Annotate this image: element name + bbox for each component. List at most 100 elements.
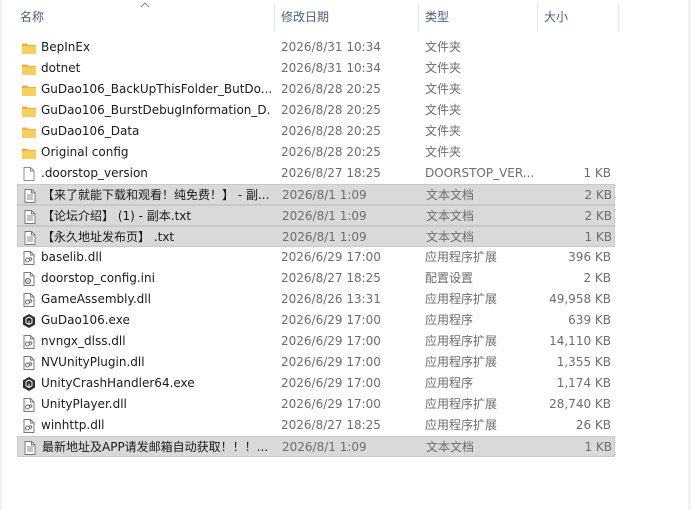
dll-file-icon (21, 355, 37, 371)
file-type: 文本文档 (426, 230, 475, 244)
column-header-type[interactable]: 类型 (419, 0, 537, 34)
file-name: UnityPlayer.dll (41, 397, 127, 411)
file-row[interactable]: BepInEx 2026/8/31 10:34 文件夹 (17, 37, 615, 58)
file-name: 最新地址及APP请发邮箱自动获取！！！... (42, 440, 269, 454)
sort-ascending-icon (140, 2, 150, 8)
file-modified-date: 2026/6/29 17:00 (281, 250, 381, 264)
file-row[interactable]: 最新地址及APP请发邮箱自动获取！！！... 2026/8/1 1:09 文本文档 1… (17, 436, 615, 457)
file-row[interactable]: GuDao106_Data 2026/8/28 20:25 文件夹 (17, 121, 615, 142)
file-row[interactable]: 【永久地址发布页】 .txt 2026/8/1 1:09 文本文档 1 KB (17, 226, 615, 247)
file-type: 应用程序扩展 (425, 355, 498, 369)
file-type: 文本文档 (426, 188, 475, 202)
file-modified-date: 2026/6/29 17:00 (281, 397, 381, 411)
file-name: Original config (41, 145, 129, 159)
file-modified-date: 2026/8/31 10:34 (281, 61, 381, 75)
file-modified-date: 2026/8/1 1:09 (282, 440, 367, 454)
file-name: dotnet (41, 61, 81, 75)
file-row[interactable]: GuDao106_BurstDebugInformation_D... 2026/… (17, 100, 615, 121)
file-size (537, 37, 611, 58)
file-type: 文件夹 (425, 40, 462, 54)
file-modified-date: 2026/8/1 1:09 (282, 209, 367, 223)
file-name: GuDao106.exe (41, 313, 130, 327)
file-row[interactable]: doorstop_config.ini 2026/8/27 18:25 配置设置 2 … (17, 268, 615, 289)
file-modified-date: 2026/8/28 20:25 (281, 124, 381, 138)
file-row[interactable]: GuDao106.exe 2026/6/29 17:00 应用程序 639 KB (17, 310, 615, 331)
file-size: 1 KB (583, 166, 611, 180)
file-name: doorstop_config.ini (41, 271, 155, 285)
file-name: 【论坛介绍】 (1) - 副本.txt (42, 209, 192, 223)
column-header-size[interactable]: 大小 (538, 0, 618, 34)
file-modified-date: 2026/8/1 1:09 (282, 230, 367, 244)
file-size: 396 KB (568, 250, 611, 264)
file-row[interactable]: GameAssembly.dll 2026/8/26 13:31 应用程序扩展 49,… (17, 289, 615, 310)
file-name: 【永久地址发布页】 .txt (42, 230, 175, 244)
file-row[interactable]: 【来了就能下载和观看！纯免费！】 - 副... 2026/8/1 1:09 文本文档… (17, 184, 615, 205)
file-modified-date: 2026/6/29 17:00 (281, 376, 381, 390)
file-modified-date: 2026/6/29 17:00 (281, 313, 381, 327)
file-row[interactable]: 【论坛介绍】 (1) - 副本.txt 2026/8/1 1:09 文本文档 2 KB (17, 205, 615, 226)
file-name: 【来了就能下载和观看！纯免费！】 - 副... (42, 188, 270, 202)
file-row[interactable]: UnityCrashHandler64.exe 2026/6/29 17:00 应用… (17, 373, 615, 394)
file-name: nvngx_dlss.dll (41, 334, 126, 348)
file-size (537, 58, 611, 79)
file-modified-date: 2026/8/27 18:25 (281, 418, 381, 432)
file-row[interactable]: UnityPlayer.dll 2026/6/29 17:00 应用程序扩展 28,7… (17, 394, 615, 415)
file-type: 应用程序扩展 (425, 334, 498, 348)
file-row[interactable]: Original config 2026/8/28 20:25 文件夹 (17, 142, 615, 163)
file-type: 文件夹 (425, 145, 462, 159)
file-explorer-window: 名称 修改日期 类型 大小 BepInEx 2026/8/31 10:34 文件夹 d… (0, 0, 691, 510)
file-type: 应用程序扩展 (425, 292, 498, 306)
file-name: NVUnityPlugin.dll (41, 355, 145, 369)
file-size: 14,110 KB (549, 334, 611, 348)
dll-file-icon (21, 292, 37, 308)
config-file-icon (21, 271, 37, 287)
file-type: 文件夹 (425, 124, 462, 138)
file-modified-date: 2026/8/31 10:34 (281, 40, 381, 54)
file-modified-date: 2026/6/29 17:00 (281, 334, 381, 348)
file-size (537, 142, 611, 163)
file-type: 文件夹 (425, 103, 462, 117)
file-row[interactable]: NVUnityPlugin.dll 2026/6/29 17:00 应用程序扩展 1,… (17, 352, 615, 373)
column-separator[interactable] (618, 4, 619, 32)
file-row[interactable]: GuDao106_BackUpThisFolder_ButDo... 2026/8… (17, 79, 615, 100)
file-row[interactable]: winhttp.dll 2026/8/27 18:25 应用程序扩展 26 KB (17, 415, 615, 436)
file-type: 应用程序扩展 (425, 250, 498, 264)
folder-icon (21, 40, 37, 56)
file-row[interactable]: nvngx_dlss.dll 2026/6/29 17:00 应用程序扩展 14,11… (17, 331, 615, 352)
file-size: 2 KB (583, 271, 611, 285)
file-name: GameAssembly.dll (41, 292, 151, 306)
file-name: BepInEx (41, 40, 91, 54)
dll-file-icon (21, 250, 37, 266)
file-size: 2 KB (584, 188, 612, 202)
file-type: 应用程序 (425, 313, 474, 327)
column-header-bar: 名称 修改日期 类型 大小 (0, 0, 686, 34)
file-type: 应用程序扩展 (425, 397, 498, 411)
file-size: 28,740 KB (549, 397, 611, 411)
file-type: 配置设置 (425, 271, 474, 285)
file-size: 1,174 KB (556, 376, 611, 390)
file-name: GuDao106_BurstDebugInformation_D... (41, 103, 271, 117)
file-size: 49,958 KB (549, 292, 611, 306)
dll-file-icon (21, 418, 37, 434)
file-modified-date: 2026/6/29 17:00 (281, 355, 381, 369)
file-modified-date: 2026/8/28 20:25 (281, 145, 381, 159)
file-row[interactable]: baselib.dll 2026/6/29 17:00 应用程序扩展 396 KB (17, 247, 615, 268)
file-size: 2 KB (584, 209, 612, 223)
text-file-icon (22, 188, 38, 204)
file-modified-date: 2026/8/1 1:09 (282, 188, 367, 202)
file-row[interactable]: dotnet 2026/8/31 10:34 文件夹 (17, 58, 615, 79)
column-header-date[interactable]: 修改日期 (275, 0, 418, 34)
file-type: DOORSTOP_VER... (425, 166, 535, 180)
file-name: UnityCrashHandler64.exe (41, 376, 195, 390)
file-name: GuDao106_BackUpThisFolder_ButDo... (41, 82, 271, 96)
file-type: 文本文档 (426, 209, 475, 223)
file-size: 1,355 KB (556, 355, 611, 369)
file-modified-date: 2026/8/26 13:31 (281, 292, 381, 306)
file-type: 文件夹 (425, 61, 462, 75)
file-type: 文本文档 (426, 440, 475, 454)
file-row[interactable]: .doorstop_version 2026/8/27 18:25 DOORSTOP… (17, 163, 615, 184)
unity-exe-icon (21, 313, 37, 329)
unity-exe-icon (21, 376, 37, 392)
folder-icon (21, 103, 37, 119)
folder-icon (21, 145, 37, 161)
